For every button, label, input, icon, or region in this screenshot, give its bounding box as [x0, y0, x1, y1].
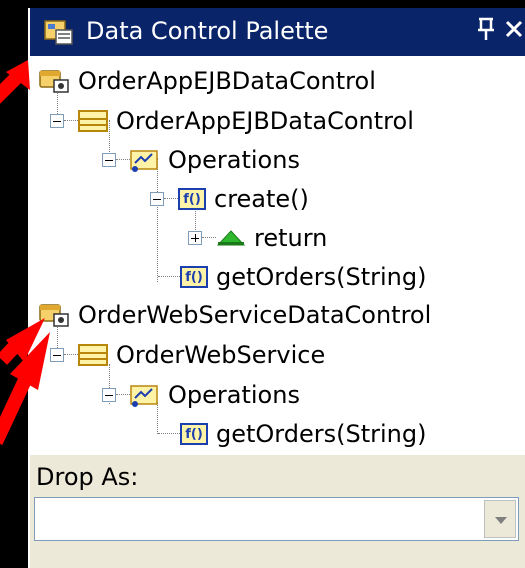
palette-title: Data Control Palette — [86, 17, 329, 45]
tree-item-label: OrderAppEJBDataControl — [78, 67, 376, 95]
annotation-arrow-bottom — [0, 318, 50, 445]
tree-item-label: return — [254, 224, 328, 252]
tree-item-label: Operations — [168, 381, 300, 409]
structure-icon — [78, 110, 108, 132]
chevron-down-icon[interactable] — [484, 500, 516, 538]
folder-icon — [130, 385, 158, 407]
tree-item-label: Operations — [168, 146, 300, 174]
tree-connector — [158, 433, 180, 435]
data-control-tree: OrderAppEJBDataControl OrderAppEJBDataCo… — [30, 56, 525, 455]
tree-connector — [158, 276, 180, 278]
tree-item-label: OrderWebService — [116, 341, 326, 369]
tree-item-label: OrderAppEJBDataControl — [116, 107, 414, 135]
drop-as-select[interactable] — [34, 497, 519, 541]
function-icon: f() — [180, 266, 208, 288]
tree-item-ws-getorders[interactable]: f() getOrders(String) — [158, 415, 426, 453]
tree-item-label: OrderWebServiceDataControl — [78, 301, 432, 329]
tree-item-ws-datacontrol[interactable]: OrderWebServiceDataControl — [38, 296, 431, 334]
tree-item-label: getOrders(String) — [216, 420, 427, 448]
collapse-icon[interactable] — [50, 114, 64, 128]
tree-item-return[interactable]: return — [188, 219, 327, 257]
tree-item-ejb-operations[interactable]: Operations — [102, 141, 300, 179]
structure-icon — [78, 344, 108, 366]
tree-connector — [64, 120, 78, 122]
tree-item-ejb-getorders[interactable]: f() getOrders(String) — [158, 258, 426, 296]
title-bar: Data Control Palette — [30, 8, 525, 56]
tree-connector — [64, 354, 78, 356]
tree-connector — [116, 394, 130, 396]
tree-connector — [116, 159, 130, 161]
drop-as-panel: Drop As: — [30, 455, 525, 568]
data-control-palette: Data Control Palette OrderAppEJBDataCont… — [28, 8, 525, 568]
close-icon[interactable] — [504, 16, 524, 48]
function-icon: f() — [178, 188, 206, 210]
pin-icon[interactable] — [476, 16, 496, 48]
collapse-icon[interactable] — [102, 388, 116, 402]
function-icon: f() — [180, 423, 208, 445]
collapse-icon[interactable] — [102, 153, 116, 167]
collapse-icon[interactable] — [150, 192, 164, 206]
expand-icon[interactable] — [188, 231, 202, 245]
folder-icon — [130, 150, 158, 172]
palette-icon — [44, 20, 73, 45]
tree-connector — [164, 198, 178, 200]
database-icon — [39, 70, 69, 93]
tree-item-create[interactable]: f() create() — [150, 180, 309, 218]
tree-connector — [202, 237, 216, 239]
tree-item-ws-operations[interactable]: Operations — [102, 376, 300, 414]
tree-item-label: create() — [214, 185, 309, 213]
tree-item-label: getOrders(String) — [216, 263, 427, 291]
triangle-icon — [216, 230, 246, 246]
tree-item-ejb-node[interactable]: OrderAppEJBDataControl — [50, 102, 414, 140]
tree-item-ejb-datacontrol[interactable]: OrderAppEJBDataControl — [38, 62, 376, 100]
tree-item-ws-node[interactable]: OrderWebService — [50, 336, 325, 374]
annotation-arrow-top — [0, 60, 30, 104]
